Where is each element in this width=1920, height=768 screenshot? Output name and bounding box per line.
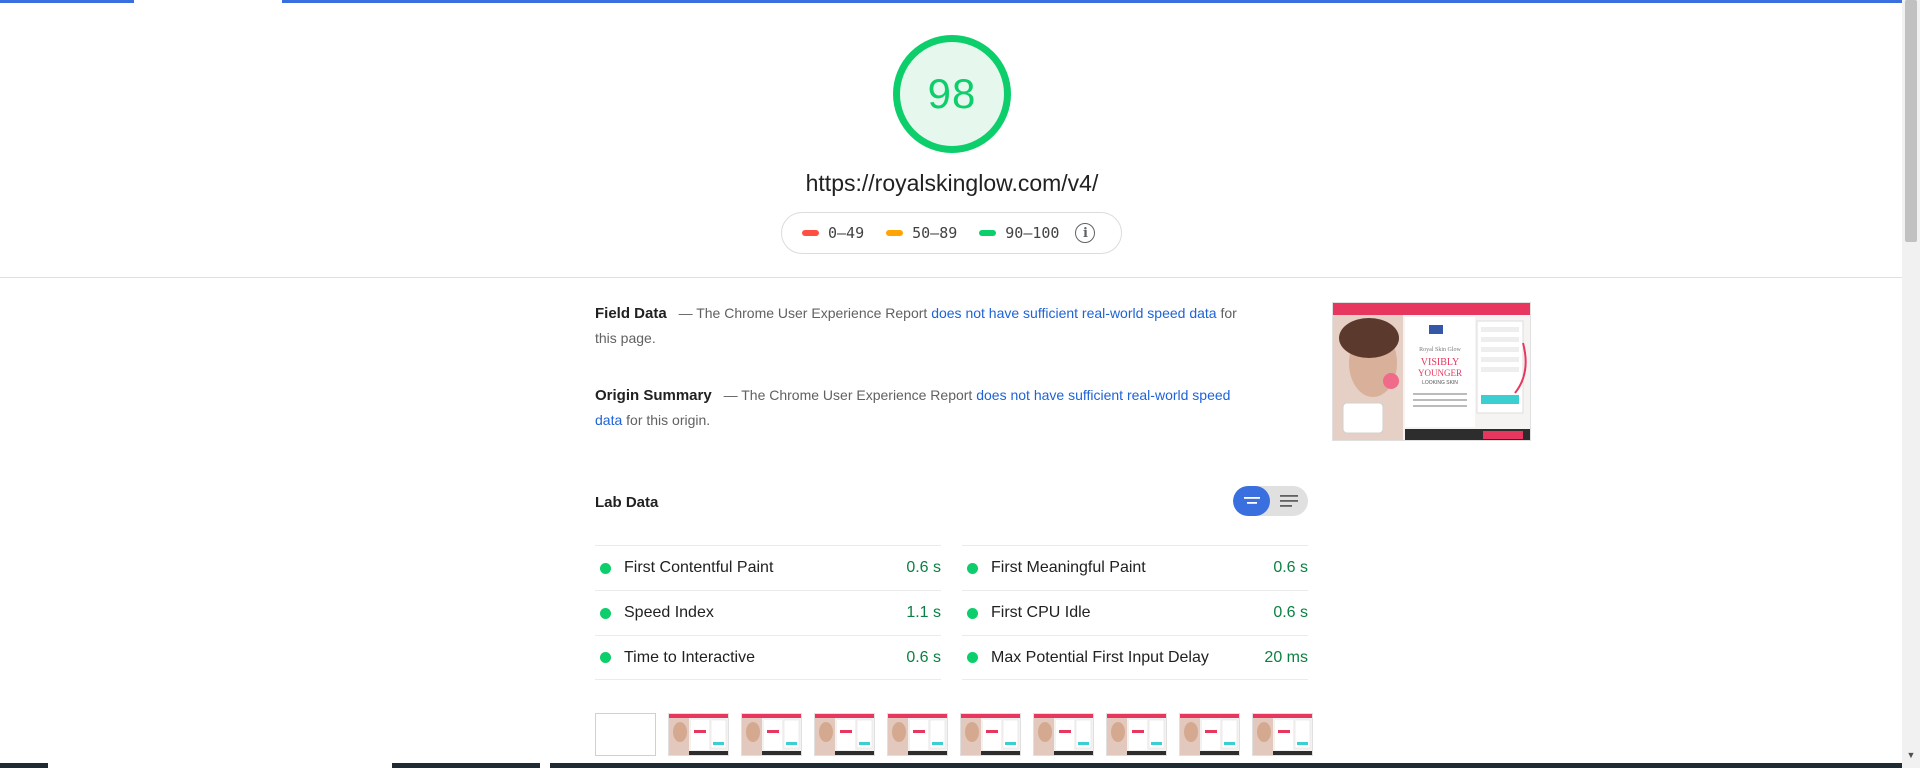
filmstrip-frame [1252,713,1313,756]
metric-view-toggle[interactable] [1233,486,1308,516]
metric-name: First Contentful Paint [624,559,774,576]
origin-summary-section: Origin Summary — The Chrome User Experie… [595,383,1245,433]
metric-row: First Meaningful Paint 0.6 s [962,545,1308,590]
detailed-list-icon [1279,495,1298,507]
page-url: https://royalskinglow.com/v4/ [805,170,1099,196]
field-data-section: Field Data — The Chrome User Experience … [595,301,1245,351]
thumb-sub: LOOKING SKIN [1422,380,1458,386]
filmstrip-frame [595,713,656,756]
legend-item-fail: 0–49 [802,224,864,242]
origin-summary-prefix: — The Chrome User Experience Report [723,387,973,403]
bottom-bar-segment [540,763,550,768]
pass-indicator-icon [967,607,978,619]
origin-summary-suffix: for this origin. [626,412,711,428]
metric-value: 1.1 s [906,604,941,621]
thumb-brand: Royal Skin Glow [1419,347,1461,353]
metric-name: First CPU Idle [991,604,1091,621]
filmstrip-frame [814,713,875,756]
header-divider [0,277,1902,278]
filmstrip-frame [887,713,948,756]
field-data-title: Field Data [595,305,667,322]
metric-name: Time to Interactive [624,648,756,666]
report-header: 98 https://royalskinglow.com/v4/ 0–49 50… [0,0,1902,278]
metric-value: 0.6 s [1273,604,1308,621]
metric-name: Max Potential First Input Delay [991,648,1209,666]
metric-row: First Contentful Paint 0.6 s [595,545,941,590]
metric-row: Time to Interactive 0.6 s [595,635,941,680]
pass-indicator-icon [600,652,611,663]
performance-score: 98 [927,70,977,117]
legend-label: 0–49 [828,224,865,242]
metric-value: 20 ms [1264,648,1308,666]
info-icon[interactable]: i [1075,223,1096,243]
compact-list-icon [1243,497,1260,504]
filmstrip [595,713,1325,756]
field-data-link[interactable]: does not have sufficient real-world spee… [931,305,1216,321]
svg-text:VISIBLY: VISIBLY [1421,357,1459,368]
legend-label: 50–89 [912,224,958,242]
lab-data-title: Lab Data [595,494,659,511]
pass-indicator-icon [600,562,611,574]
filmstrip-frame [1179,713,1240,756]
performance-score-gauge: 98 [893,35,1011,153]
legend-swatch-fail [802,230,819,236]
filmstrip-frame [960,713,1021,756]
scrollbar-thumb[interactable] [1905,0,1917,242]
final-screenshot-image: Royal Skin Glow VISIBLY YOUNGER LOOKING … [1333,303,1530,440]
metric-value: 0.6 s [906,559,941,576]
legend-item-average: 50–89 [886,224,957,242]
legend-item-pass: 90–100 [979,224,1059,242]
expanded-view-button[interactable] [1270,486,1307,516]
bottom-bar-segment [48,763,392,768]
metric-row: First CPU Idle 0.6 s [962,590,1308,635]
filmstrip-frame [668,713,729,756]
filmstrip-frame [1033,713,1094,756]
compact-view-button[interactable] [1233,486,1270,516]
metric-value: 0.6 s [906,648,941,666]
filmstrip-frame [1106,713,1167,756]
metric-name: First Meaningful Paint [991,559,1146,576]
pass-indicator-icon [600,607,611,619]
score-legend: 0–49 50–89 90–100 i [781,212,1122,254]
metric-row: Max Potential First Input Delay 20 ms [962,635,1308,680]
svg-text:YOUNGER: YOUNGER [1418,368,1462,378]
legend-swatch-pass [979,230,997,236]
metric-value: 0.6 s [1273,559,1308,576]
legend-swatch-average [886,230,904,236]
metric-row: Speed Index 1.1 s [595,590,941,635]
pass-indicator-icon [967,652,978,663]
origin-summary-title: Origin Summary [595,387,712,404]
final-screenshot: Royal Skin Glow VISIBLY YOUNGER LOOKING … [1332,302,1531,441]
filmstrip-frame [741,713,802,756]
metrics-column-right: First Meaningful Paint 0.6 s First CPU I… [962,545,1308,680]
metric-name: Speed Index [624,604,714,621]
field-data-prefix: — The Chrome User Experience Report [678,305,928,321]
legend-label: 90–100 [1005,224,1060,242]
scroll-down-arrow-icon[interactable]: ▼ [1905,749,1917,761]
metrics-column-left: First Contentful Paint 0.6 s Speed Index… [595,545,941,680]
pass-indicator-icon [967,562,978,574]
